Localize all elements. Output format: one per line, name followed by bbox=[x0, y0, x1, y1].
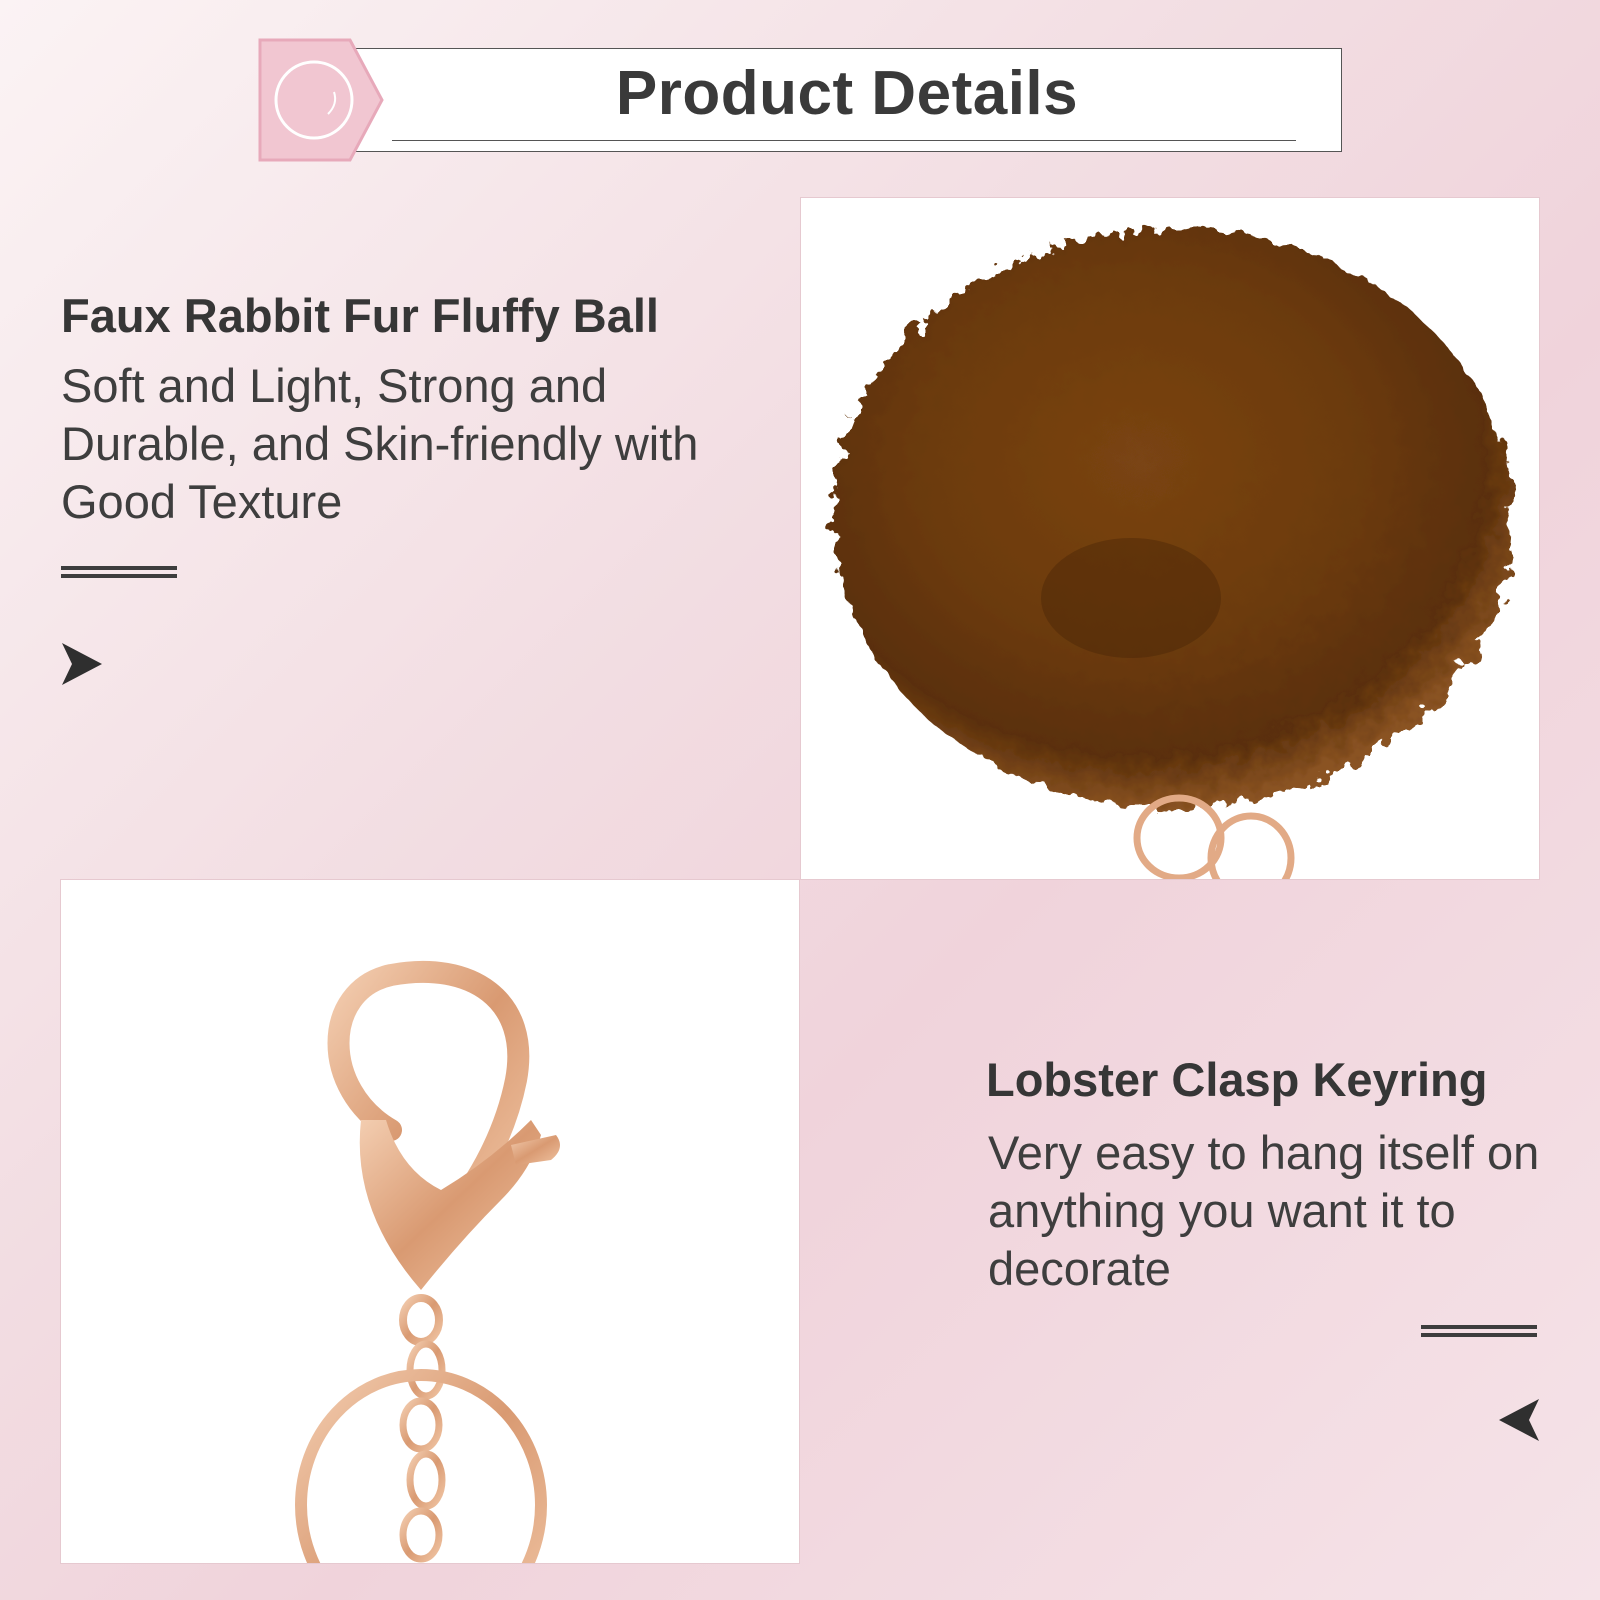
feature-description-keyring: Very easy to hang itself on anything you… bbox=[988, 1126, 1540, 1295]
double-rule-divider bbox=[1421, 1325, 1537, 1337]
feature-title-fur-ball: Faux Rabbit Fur Fluffy Ball bbox=[61, 289, 659, 342]
triangle-left-icon bbox=[1499, 1399, 1539, 1441]
lobster-clasp-keyring-photo bbox=[61, 880, 799, 1563]
double-rule-divider bbox=[61, 566, 177, 578]
header-underline bbox=[392, 140, 1296, 141]
feature-description-fur-ball: Soft and Light, Strong and Durable, and … bbox=[61, 359, 699, 528]
feature-title-keyring: Lobster Clasp Keyring bbox=[986, 1053, 1488, 1106]
triangle-right-icon bbox=[62, 643, 102, 685]
page-title: Product Details bbox=[615, 59, 1079, 128]
fur-ball-photo bbox=[801, 198, 1539, 879]
